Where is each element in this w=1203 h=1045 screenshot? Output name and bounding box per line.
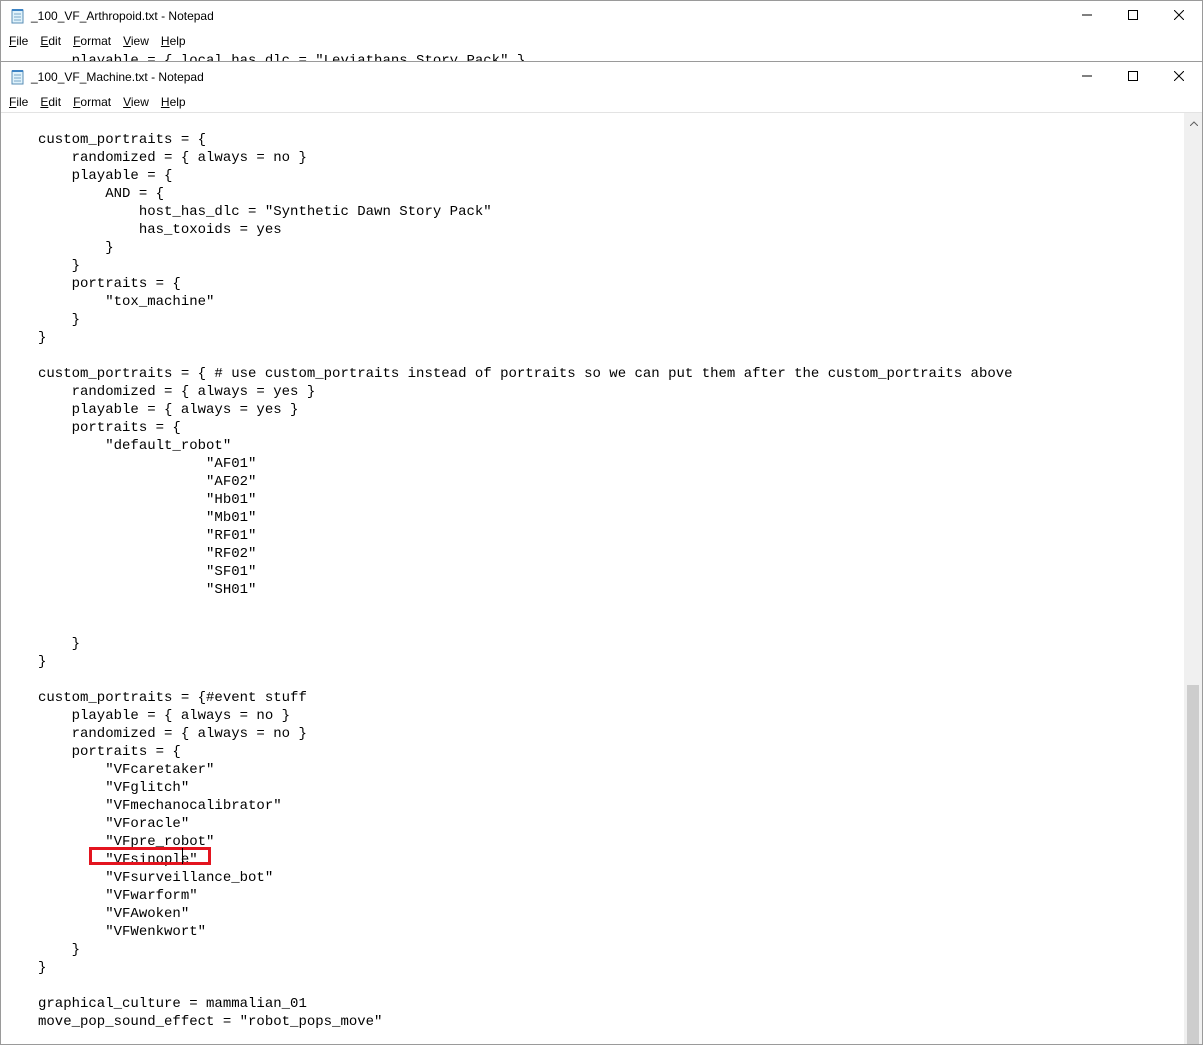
text-line[interactable]: "VForacle" (38, 815, 1013, 833)
text-line[interactable]: "RF02" (38, 545, 1013, 563)
text-line[interactable]: "default_robot" (38, 437, 1013, 455)
text-line[interactable]: custom_portraits = {#event stuff (38, 689, 1013, 707)
window-title: _100_VF_Machine.txt - Notepad (31, 70, 204, 84)
close-icon (1173, 7, 1185, 25)
text-line[interactable]: portraits = { (38, 419, 1013, 437)
vertical-scrollbar[interactable] (1184, 113, 1202, 1044)
text-line[interactable]: "tox_machine" (38, 293, 1013, 311)
text-line[interactable]: randomized = { always = no } (38, 725, 1013, 743)
text-line[interactable]: } (38, 941, 1013, 959)
notepad-icon (10, 69, 26, 85)
text-line[interactable] (38, 671, 1013, 689)
text-line[interactable]: graphical_culture = mammalian_01 (38, 995, 1013, 1013)
text-line[interactable] (38, 347, 1013, 365)
text-line[interactable]: has_toxoids = yes (38, 221, 1013, 239)
text-line[interactable]: host_has_dlc = "Synthetic Dawn Story Pac… (38, 203, 1013, 221)
scroll-thumb[interactable] (1187, 685, 1199, 1044)
text-line[interactable]: "VFcaretaker" (38, 761, 1013, 779)
minimize-icon (1082, 7, 1092, 25)
text-line[interactable]: move_pop_sound_effect = "robot_pops_move… (38, 1013, 1013, 1031)
text-line[interactable]: } (38, 311, 1013, 329)
minimize-button[interactable] (1064, 62, 1110, 92)
text-line[interactable]: "Hb01" (38, 491, 1013, 509)
text-line[interactable]: } (38, 959, 1013, 977)
text-line[interactable]: "VFAwoken" (38, 905, 1013, 923)
minimize-button[interactable] (1064, 1, 1110, 31)
close-button[interactable] (1156, 62, 1202, 92)
menu-file[interactable]: File (3, 31, 34, 51)
text-line[interactable]: } (38, 257, 1013, 275)
text-line[interactable]: "SH01" (38, 581, 1013, 599)
menu-bar: File Edit Format View Help (1, 92, 1202, 112)
text-line[interactable]: "VFwarform" (38, 887, 1013, 905)
text-line[interactable] (38, 1031, 1013, 1044)
text-content[interactable]: custom_portraits = { randomized = { alwa… (38, 131, 1013, 1044)
text-line[interactable] (38, 617, 1013, 635)
text-line[interactable]: playable = { always = yes } (38, 401, 1013, 419)
close-button[interactable] (1156, 1, 1202, 31)
menu-view[interactable]: View (117, 31, 155, 51)
text-line[interactable]: AND = { (38, 185, 1013, 203)
text-line[interactable]: "Mb01" (38, 509, 1013, 527)
text-line[interactable]: } (38, 329, 1013, 347)
text-line[interactable]: "VFglitch" (38, 779, 1013, 797)
notepad-icon (10, 8, 26, 24)
text-line[interactable]: portraits = { (38, 275, 1013, 293)
text-line[interactable]: "VFsurveillance_bot" (38, 869, 1013, 887)
text-line[interactable]: custom_portraits = { # use custom_portra… (38, 365, 1013, 383)
title-bar[interactable]: _100_VF_Machine.txt - Notepad (1, 62, 1202, 92)
window-title: _100_VF_Arthropoid.txt - Notepad (31, 9, 214, 23)
text-line[interactable]: "RF01" (38, 527, 1013, 545)
minimize-icon (1082, 68, 1092, 86)
text-editor[interactable]: custom_portraits = { randomized = { alwa… (1, 113, 1187, 1044)
maximize-button[interactable] (1110, 1, 1156, 31)
text-line[interactable]: "VFmechanocalibrator" (38, 797, 1013, 815)
text-line[interactable]: playable = { always = no } (38, 707, 1013, 725)
text-line[interactable] (38, 599, 1013, 617)
text-line[interactable]: randomized = { always = no } (38, 149, 1013, 167)
text-line[interactable]: "AF02" (38, 473, 1013, 491)
text-line[interactable]: playable = { (38, 167, 1013, 185)
text-caret (182, 848, 183, 864)
scroll-up-arrow-icon (1189, 113, 1198, 131)
menu-bar: File Edit Format View Help (1, 31, 1202, 51)
scroll-up-button[interactable] (1185, 113, 1202, 130)
title-bar[interactable]: _100_VF_Arthropoid.txt - Notepad (1, 1, 1202, 31)
annotation-highlight-box (89, 847, 211, 865)
text-line[interactable]: } (38, 635, 1013, 653)
text-line[interactable]: "VFWenkwort" (38, 923, 1013, 941)
text-line[interactable]: custom_portraits = { (38, 131, 1013, 149)
text-line[interactable]: "SF01" (38, 563, 1013, 581)
text-line[interactable]: } (38, 239, 1013, 257)
menu-edit[interactable]: Edit (34, 31, 67, 51)
menu-view[interactable]: View (117, 92, 155, 112)
maximize-icon (1128, 68, 1138, 86)
text-line[interactable]: "AF01" (38, 455, 1013, 473)
text-line[interactable]: } (38, 653, 1013, 671)
menu-file[interactable]: File (3, 92, 34, 112)
menu-format[interactable]: Format (67, 31, 117, 51)
text-line[interactable]: portraits = { (38, 743, 1013, 761)
menu-format[interactable]: Format (67, 92, 117, 112)
menu-help[interactable]: Help (155, 92, 192, 112)
text-line[interactable] (38, 977, 1013, 995)
close-icon (1173, 68, 1185, 86)
menu-help[interactable]: Help (155, 31, 192, 51)
text-line[interactable]: randomized = { always = yes } (38, 383, 1013, 401)
maximize-icon (1128, 7, 1138, 25)
menu-edit[interactable]: Edit (34, 92, 67, 112)
notepad-window-machine[interactable]: _100_VF_Machine.txt - Notepad File Edit … (0, 61, 1203, 1045)
maximize-button[interactable] (1110, 62, 1156, 92)
notepad-window-arthropoid[interactable]: _100_VF_Arthropoid.txt - Notepad File Ed… (0, 0, 1203, 62)
